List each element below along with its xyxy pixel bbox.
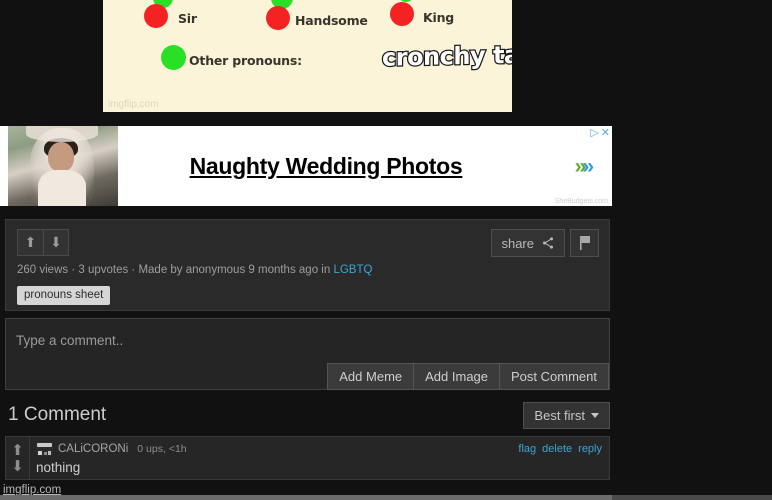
post-comment-button[interactable]: Post Comment bbox=[499, 363, 609, 390]
scrollbar-thumb[interactable] bbox=[0, 495, 612, 500]
scrollbar-horizontal[interactable] bbox=[0, 495, 772, 500]
arrow-down-icon: ⬇ bbox=[50, 234, 62, 251]
ad-headline-link[interactable]: Naughty Wedding Photos bbox=[190, 153, 463, 180]
pronoun-label-sir: Sir bbox=[178, 11, 197, 26]
ad-close-icon[interactable]: ✕ bbox=[601, 127, 610, 138]
pronoun-dot-red-king bbox=[390, 2, 414, 26]
comment-downvote-icon[interactable]: ⬇ bbox=[11, 459, 24, 474]
tag-chip[interactable]: pronouns sheet bbox=[17, 286, 111, 305]
meme-image[interactable]: Sir Handsome King Other pronouns: cronch… bbox=[103, 0, 512, 112]
comment-item: ⬆ ⬇ CALiCORONi 0 ups, <1h nothing flag d… bbox=[5, 436, 610, 480]
comment-sort-label: Best first bbox=[534, 408, 585, 423]
ad-arrow-icon: »» bbox=[574, 155, 594, 178]
page-root: Sir Handsome King Other pronouns: cronch… bbox=[0, 0, 772, 500]
ad-source-label: SheBudgets.com bbox=[554, 198, 608, 205]
comments-count-label: 1 Comment bbox=[8, 404, 107, 425]
pronoun-label-other: Other pronouns: bbox=[189, 53, 302, 68]
share-group: share bbox=[491, 229, 599, 257]
share-icon bbox=[542, 237, 554, 249]
comment-reply-link[interactable]: reply bbox=[578, 443, 602, 455]
comment-flag-link[interactable]: flag bbox=[518, 443, 536, 455]
comments-header: 1 Comment Best first bbox=[5, 402, 610, 432]
comment-action-links: flag delete reply bbox=[518, 443, 602, 455]
meme-overlay-text: cronchy taco bbox=[381, 39, 512, 73]
ad-banner[interactable]: Naughty Wedding Photos »» ▷ ✕ SheBudgets… bbox=[0, 126, 612, 206]
upvote-button[interactable]: ⬆ bbox=[17, 229, 43, 256]
meta-text: 260 views · 3 upvotes · Made by anonymou… bbox=[17, 264, 334, 276]
meme-meta-line: 260 views · 3 upvotes · Made by anonymou… bbox=[17, 264, 372, 276]
comment-body: nothing bbox=[36, 460, 81, 475]
avatar[interactable] bbox=[36, 442, 53, 456]
ad-info-icon[interactable]: ▷ bbox=[590, 127, 598, 138]
ad-badge-group[interactable]: ▷ ✕ bbox=[590, 127, 610, 138]
comment-delete-link[interactable]: delete bbox=[542, 443, 572, 455]
arrow-up-icon: ⬆ bbox=[24, 234, 37, 251]
comment-username[interactable]: CALiCORONi bbox=[58, 443, 128, 455]
meme-watermark: imgflip.com bbox=[108, 99, 159, 110]
ad-image bbox=[8, 126, 118, 206]
vote-group: ⬆ ⬇ bbox=[17, 229, 69, 256]
pronoun-dot-red-sir bbox=[144, 4, 168, 28]
add-image-button[interactable]: Add Image bbox=[413, 363, 500, 390]
comment-input[interactable] bbox=[6, 319, 609, 362]
flag-icon bbox=[579, 236, 590, 250]
pronoun-dot-red-handsome bbox=[266, 6, 290, 30]
stream-link[interactable]: LGBTQ bbox=[333, 264, 372, 276]
downvote-button[interactable]: ⬇ bbox=[43, 229, 69, 256]
pronoun-dot-green-other bbox=[161, 45, 186, 70]
flag-button[interactable] bbox=[570, 229, 599, 257]
comment-header: CALiCORONi 0 ups, <1h bbox=[36, 442, 187, 456]
meme-stats-panel: ⬆ ⬇ share 260 views · 3 upvotes · Made b… bbox=[5, 219, 610, 311]
comment-composer: Add Meme Add Image Post Comment bbox=[5, 318, 610, 390]
comment-upvote-icon[interactable]: ⬆ bbox=[11, 443, 24, 458]
share-label: share bbox=[501, 235, 534, 251]
add-meme-button[interactable]: Add Meme bbox=[327, 363, 414, 390]
pronoun-label-handsome: Handsome bbox=[295, 13, 368, 28]
chevron-down-icon bbox=[591, 413, 599, 418]
composer-actions: Add Meme Add Image Post Comment bbox=[327, 363, 609, 390]
comment-vote-group: ⬆ ⬇ bbox=[6, 437, 30, 479]
pronoun-label-king: King bbox=[423, 10, 455, 25]
ad-headline-wrap: Naughty Wedding Photos bbox=[120, 126, 532, 206]
share-button[interactable]: share bbox=[491, 229, 565, 257]
comment-stats: 0 ups, <1h bbox=[137, 443, 187, 455]
comment-sort-dropdown[interactable]: Best first bbox=[523, 402, 610, 429]
